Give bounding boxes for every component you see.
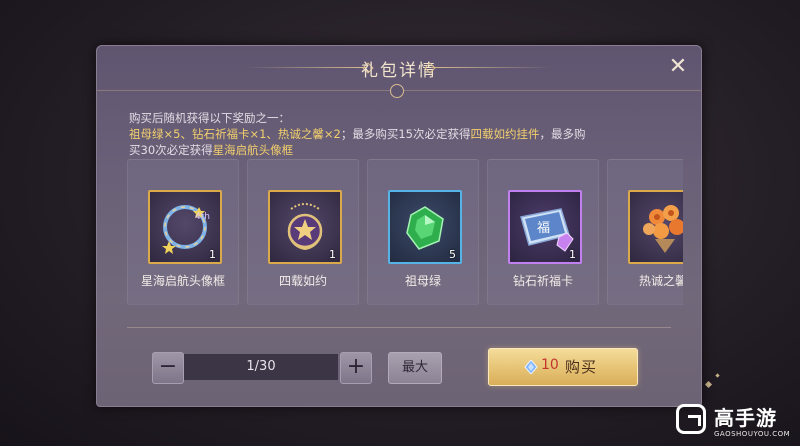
decrease-quantity-button[interactable]: − (152, 352, 184, 384)
description-line-1: 购买后随机获得以下奖励之一： (129, 111, 290, 125)
blessing-card-icon: 福 (520, 208, 574, 252)
reward-name: 热诚之馨 (638, 274, 683, 288)
buy-button[interactable]: 10 购买 (488, 348, 638, 386)
bouquet-icon (643, 205, 683, 253)
reward-name: 祖母绿 (404, 274, 441, 288)
avatar-frame-icon: 4th (162, 205, 210, 254)
gaoshouyou-logo-icon (676, 404, 706, 434)
increase-quantity-button[interactable]: + (340, 352, 372, 384)
reward-name: 四载如约 (278, 274, 327, 288)
description-text: ；最多购买15次必定获得 (340, 127, 471, 141)
gift-pack-dialog: 礼包详情 ✕ 购买后随机获得以下奖励之一： 祖母绿×5、钻石祈福卡×1、热诚之馨… (96, 45, 702, 407)
reward-quantity: 1 (569, 248, 576, 261)
reward-list[interactable]: 4th 1 星海启航头像框 1 四载如约 5 祖母绿 福 1 钻石祈福卡 热诚之… (127, 159, 683, 305)
reward-quantity: 1 (329, 248, 336, 261)
title-ornament-line (431, 67, 551, 68)
reward-icon-frame: 福 1 (508, 190, 582, 264)
reward-card-bouquet[interactable]: 热诚之馨 (607, 159, 683, 305)
description-line-3: 买30次必定获得星海启航头像框 (129, 142, 679, 158)
reward-icon-frame: 1 (268, 190, 342, 264)
description-line-2: 祖母绿×5、钻石祈福卡×1、热诚之馨×2；最多购买15次必定获得四载如约挂件，最… (129, 126, 679, 142)
sparkle-decoration (704, 380, 713, 389)
pendant-icon (287, 203, 323, 251)
description-highlight: 星海启航头像框 (212, 143, 294, 157)
watermark-domain: GAOSHOUYOU.COM (714, 430, 791, 438)
svg-text:4th: 4th (195, 212, 210, 222)
buy-button-label: 购买 (565, 358, 598, 376)
reward-card-emerald[interactable]: 5 祖母绿 (367, 159, 479, 305)
reward-name: 星海启航头像框 (140, 274, 225, 288)
description-text: ，最多购 (539, 127, 586, 141)
reward-card-blessing-card[interactable]: 福 1 钻石祈福卡 (487, 159, 599, 305)
max-quantity-button[interactable]: 最大 (388, 352, 442, 384)
reward-description: 购买后随机获得以下奖励之一： 祖母绿×5、钻石祈福卡×1、热诚之馨×2；最多购买… (129, 110, 679, 158)
description-text: 买30次必定获得 (129, 143, 213, 157)
reward-icon-frame: 4th 1 (148, 190, 222, 264)
watermark-logo: 高手游 GAOSHOUYOU.COM (674, 402, 800, 446)
description-highlight: 四载如约挂件 (470, 127, 540, 141)
reward-quantity: 5 (449, 248, 456, 261)
quantity-field[interactable]: 1/30 (184, 354, 338, 380)
header-ornament-icon (390, 84, 404, 98)
quantity-stepper: − 1/30 + (152, 352, 372, 384)
section-divider (127, 327, 671, 328)
reward-quantity: 1 (209, 248, 216, 261)
dialog-title: 礼包详情 (361, 61, 437, 81)
emerald-icon (406, 206, 444, 250)
diamond-currency-icon (524, 360, 538, 374)
reward-icon-frame (628, 190, 683, 264)
svg-text:福: 福 (537, 221, 550, 236)
buy-price: 10 (541, 357, 559, 373)
reward-card-pendant[interactable]: 1 四载如约 (247, 159, 359, 305)
reward-name: 钻石祈福卡 (512, 274, 573, 288)
sparkle-decoration (715, 373, 720, 378)
watermark-name: 高手游 (714, 406, 777, 430)
reward-icon-frame: 5 (388, 190, 462, 264)
close-button[interactable]: ✕ (667, 56, 689, 78)
reward-card-avatar-frame[interactable]: 4th 1 星海启航头像框 (127, 159, 239, 305)
description-highlight: 祖母绿×5、钻石祈福卡×1、热诚之馨×2 (129, 127, 341, 141)
